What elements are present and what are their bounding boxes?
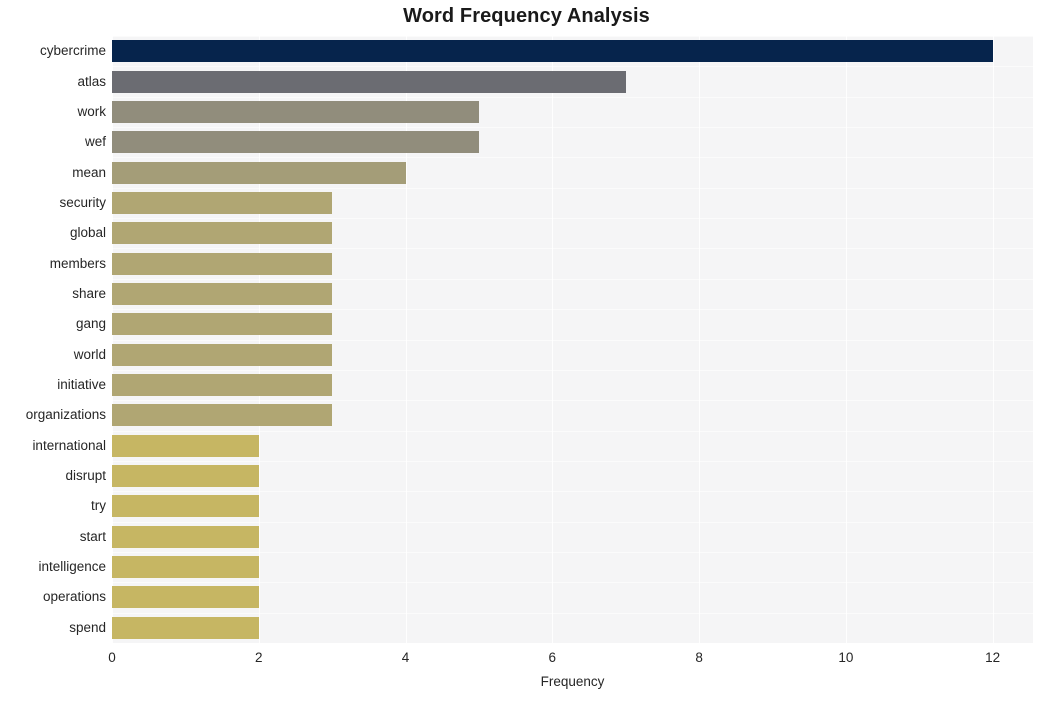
bar [112, 525, 259, 548]
bar [112, 100, 479, 123]
y-tick-label: world [73, 346, 106, 362]
y-tick-label: intelligence [38, 559, 106, 575]
bar [112, 131, 479, 154]
x-tick-label: 8 [695, 650, 703, 665]
y-tick-label: cybercrime [39, 43, 106, 59]
y-tick-label: share [72, 285, 106, 301]
chart-title: Word Frequency Analysis [403, 5, 650, 27]
bar [112, 434, 259, 457]
y-tick-label: security [59, 194, 106, 210]
plot-area [112, 36, 1033, 643]
y-tick-label: spend [69, 619, 106, 635]
bar [112, 586, 259, 609]
y-tick-label: global [69, 225, 106, 241]
bar [112, 374, 333, 397]
y-tick-label: organizations [25, 407, 106, 423]
y-tick-label: mean [72, 164, 106, 180]
bar [112, 161, 406, 184]
bar [112, 313, 333, 336]
x-tick-label: 2 [255, 650, 263, 665]
y-gridline [112, 340, 1033, 341]
y-gridline [112, 613, 1033, 614]
bar [112, 616, 259, 639]
y-gridline [112, 66, 1033, 67]
y-tick-label: start [79, 528, 106, 544]
y-gridline [112, 248, 1033, 249]
y-gridline [112, 127, 1033, 128]
y-tick-label: wef [84, 134, 106, 150]
y-gridline [112, 370, 1033, 371]
y-tick-label: international [32, 437, 106, 453]
bar [112, 40, 993, 63]
y-gridline [112, 157, 1033, 158]
y-gridline [112, 400, 1033, 401]
y-gridline [112, 97, 1033, 98]
bar [112, 222, 333, 245]
bar [112, 70, 626, 93]
y-tick-label: operations [42, 589, 106, 605]
y-gridline [112, 461, 1033, 462]
y-tick-label: gang [75, 316, 106, 332]
x-tick-label: 12 [985, 650, 1001, 665]
x-tick-label: 0 [108, 650, 116, 665]
bar [112, 343, 333, 366]
y-tick-label: initiative [57, 377, 106, 393]
bar [112, 556, 259, 579]
x-axis-ticks: 0 2 4 6 8 10 12 [108, 645, 1033, 669]
bar [112, 465, 259, 488]
y-gridline [112, 582, 1033, 583]
bar [112, 282, 333, 305]
y-gridline [112, 309, 1033, 310]
y-tick-label: work [77, 103, 106, 119]
y-gridline [112, 522, 1033, 523]
y-gridline [112, 431, 1033, 432]
x-axis-label: Frequency [540, 674, 605, 689]
bar [112, 252, 333, 275]
bar [112, 495, 259, 518]
y-tick-label: disrupt [65, 468, 106, 484]
y-gridline [112, 552, 1033, 553]
y-gridline [112, 188, 1033, 189]
y-tick-label: atlas [77, 73, 106, 89]
y-axis-labels: cybercrime atlas work wef mean security global… [0, 36, 106, 643]
y-gridline [112, 279, 1033, 280]
x-tick-label: 4 [401, 650, 410, 665]
y-gridline [112, 491, 1033, 492]
y-tick-label: try [91, 498, 106, 514]
word-frequency-chart: Word Frequency Analysis cybercrime atlas w… [0, 0, 1053, 701]
bar [112, 191, 333, 214]
y-gridline [112, 36, 1033, 37]
y-tick-label: members [49, 255, 106, 271]
x-tick-label: 10 [838, 650, 854, 665]
x-tick-label: 6 [548, 650, 557, 665]
bar [112, 404, 333, 427]
y-gridline [112, 218, 1033, 219]
